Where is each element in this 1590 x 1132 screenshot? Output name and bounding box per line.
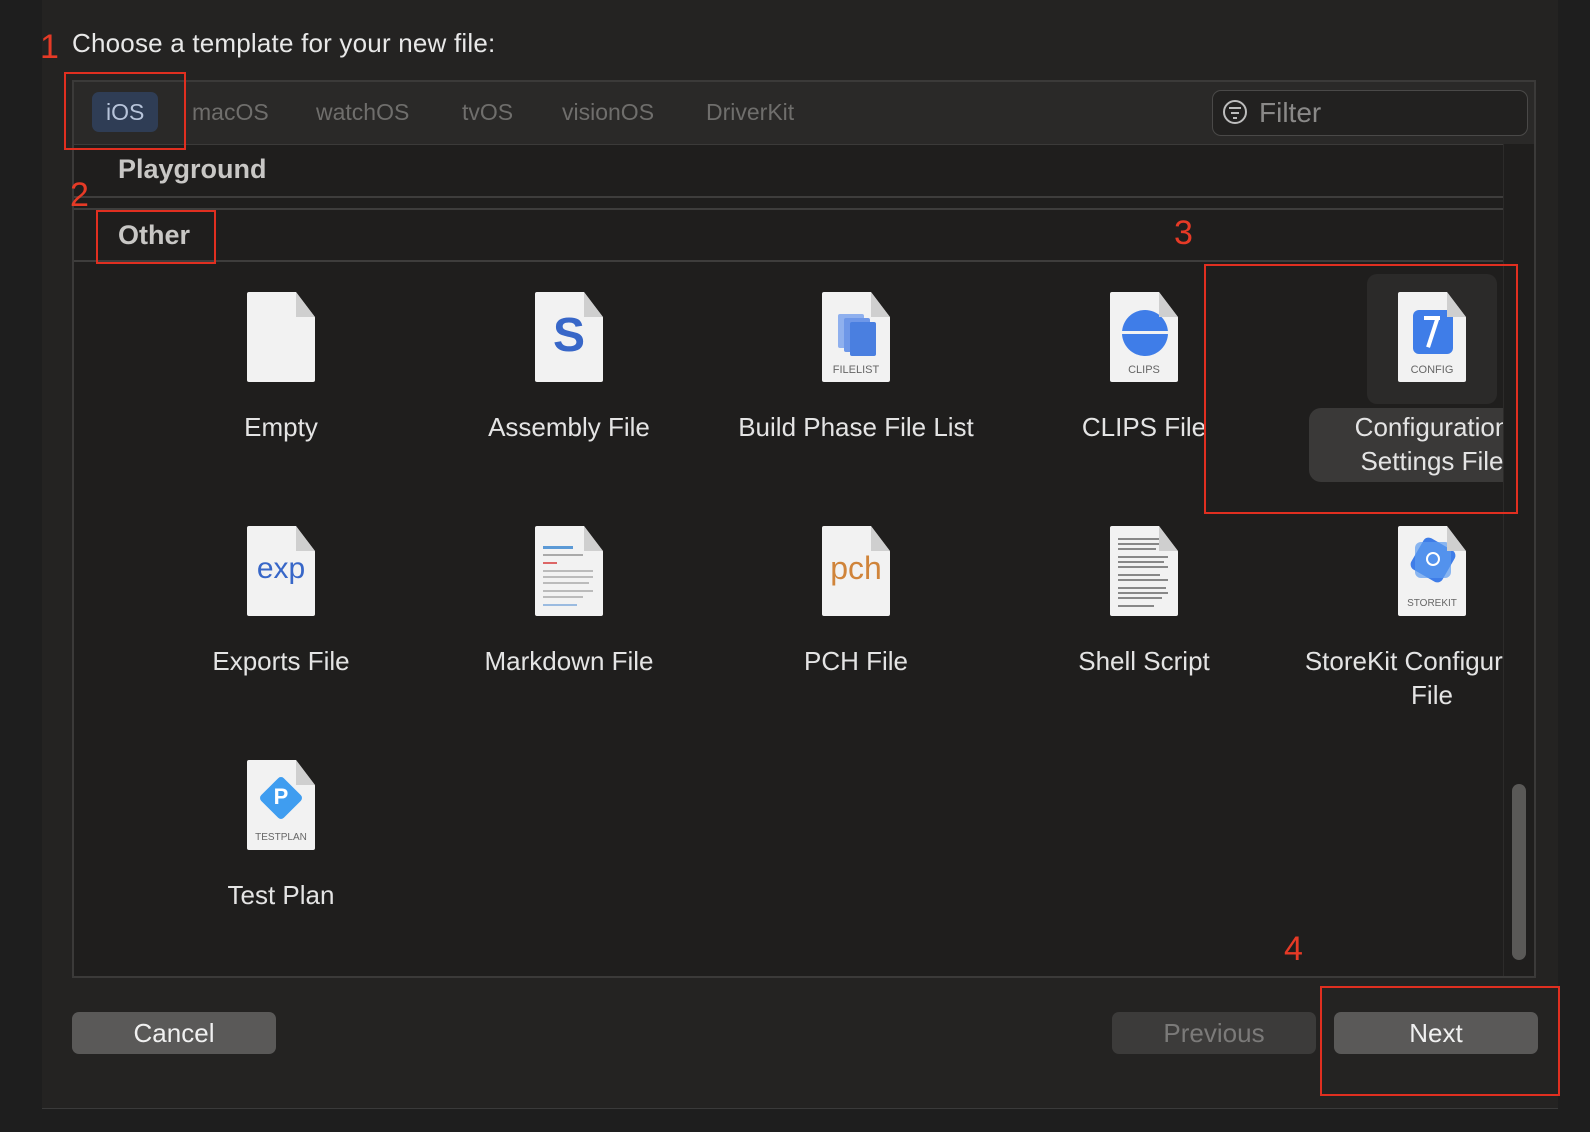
clips-badge: CLIPS — [1128, 364, 1160, 376]
clips-doc-icon: CLIPS — [1079, 274, 1209, 404]
scrollbar-thumb[interactable] — [1512, 784, 1526, 960]
template-assembly-file[interactable]: S Assembly File — [434, 274, 704, 494]
testplan-letter: P — [273, 784, 289, 809]
annotation-label: 2 — [70, 176, 89, 214]
filelist-doc-icon: FILELIST — [791, 274, 921, 404]
annotation-label: 4 — [1284, 930, 1303, 968]
template-label: Shell Script — [1078, 646, 1210, 676]
annotation-box — [1320, 986, 1560, 1096]
exports-badge: exp — [256, 552, 306, 585]
cancel-button[interactable]: Cancel — [72, 1012, 276, 1054]
filter-field[interactable]: Filter — [1212, 90, 1528, 136]
section-playground[interactable]: Playground — [74, 144, 1504, 198]
dialog-title: Choose a template for your new file: — [72, 28, 496, 58]
template-markdown-file[interactable]: Markdown File — [434, 508, 704, 728]
shell-doc-icon — [1079, 508, 1209, 638]
empty-doc-icon — [216, 274, 346, 404]
template-label: Assembly File — [488, 412, 650, 442]
pch-doc-icon: pch — [791, 508, 921, 638]
template-pch-file[interactable]: pch PCH File — [721, 508, 991, 728]
template-label: Test Plan — [227, 880, 335, 910]
pch-badge: pch — [830, 550, 882, 586]
template-build-phase-file-list[interactable]: FILELIST Build Phase File List — [721, 274, 991, 494]
tab-watchos[interactable]: watchOS — [302, 92, 423, 132]
annotation-box — [1204, 264, 1518, 514]
testplan-badge: TESTPLAN — [255, 832, 307, 843]
tab-tvos[interactable]: tvOS — [448, 92, 527, 132]
template-label: Build Phase File List — [738, 412, 974, 442]
section-label: Playground — [118, 154, 267, 184]
template-label: Empty — [244, 412, 318, 442]
storekit-doc-icon: STOREKIT — [1367, 508, 1497, 638]
section-other[interactable]: Other — [74, 208, 1504, 262]
template-label: StoreKit Configuration File — [1304, 646, 1536, 710]
template-label: Exports File — [212, 646, 350, 676]
tab-macos[interactable]: macOS — [178, 92, 283, 132]
template-label: Markdown File — [484, 646, 654, 676]
template-storekit-configuration-file[interactable]: STOREKIT StoreKit Configuration File — [1297, 508, 1536, 748]
storekit-badge: STOREKIT — [1407, 598, 1457, 609]
tab-visionos[interactable]: visionOS — [548, 92, 668, 132]
filter-icon — [1223, 100, 1247, 124]
markdown-doc-icon — [504, 508, 634, 638]
template-label: PCH File — [803, 646, 908, 676]
exports-doc-icon: exp — [216, 508, 346, 638]
testplan-doc-icon: P TESTPLAN — [216, 742, 346, 872]
filelist-badge: FILELIST — [832, 364, 880, 376]
template-empty[interactable]: Empty — [146, 274, 416, 494]
filter-placeholder: Filter — [1259, 97, 1322, 128]
annotation-box — [96, 210, 216, 264]
template-exports-file[interactable]: exp Exports File — [146, 508, 416, 728]
previous-button[interactable]: Previous — [1112, 1012, 1316, 1054]
platform-tab-bar: iOS macOS watchOS tvOS visionOS DriverKi… — [74, 82, 1534, 145]
template-test-plan[interactable]: P TESTPLAN Test Plan — [146, 742, 416, 962]
assembly-doc-icon: S — [504, 274, 634, 404]
annotation-box — [64, 72, 186, 150]
tab-driverkit[interactable]: DriverKit — [692, 92, 808, 132]
annotation-label: 1 — [40, 28, 59, 66]
template-shell-script[interactable]: Shell Script — [1009, 508, 1279, 728]
annotation-label: 3 — [1174, 214, 1193, 252]
template-panel: iOS macOS watchOS tvOS visionOS DriverKi… — [72, 80, 1536, 978]
